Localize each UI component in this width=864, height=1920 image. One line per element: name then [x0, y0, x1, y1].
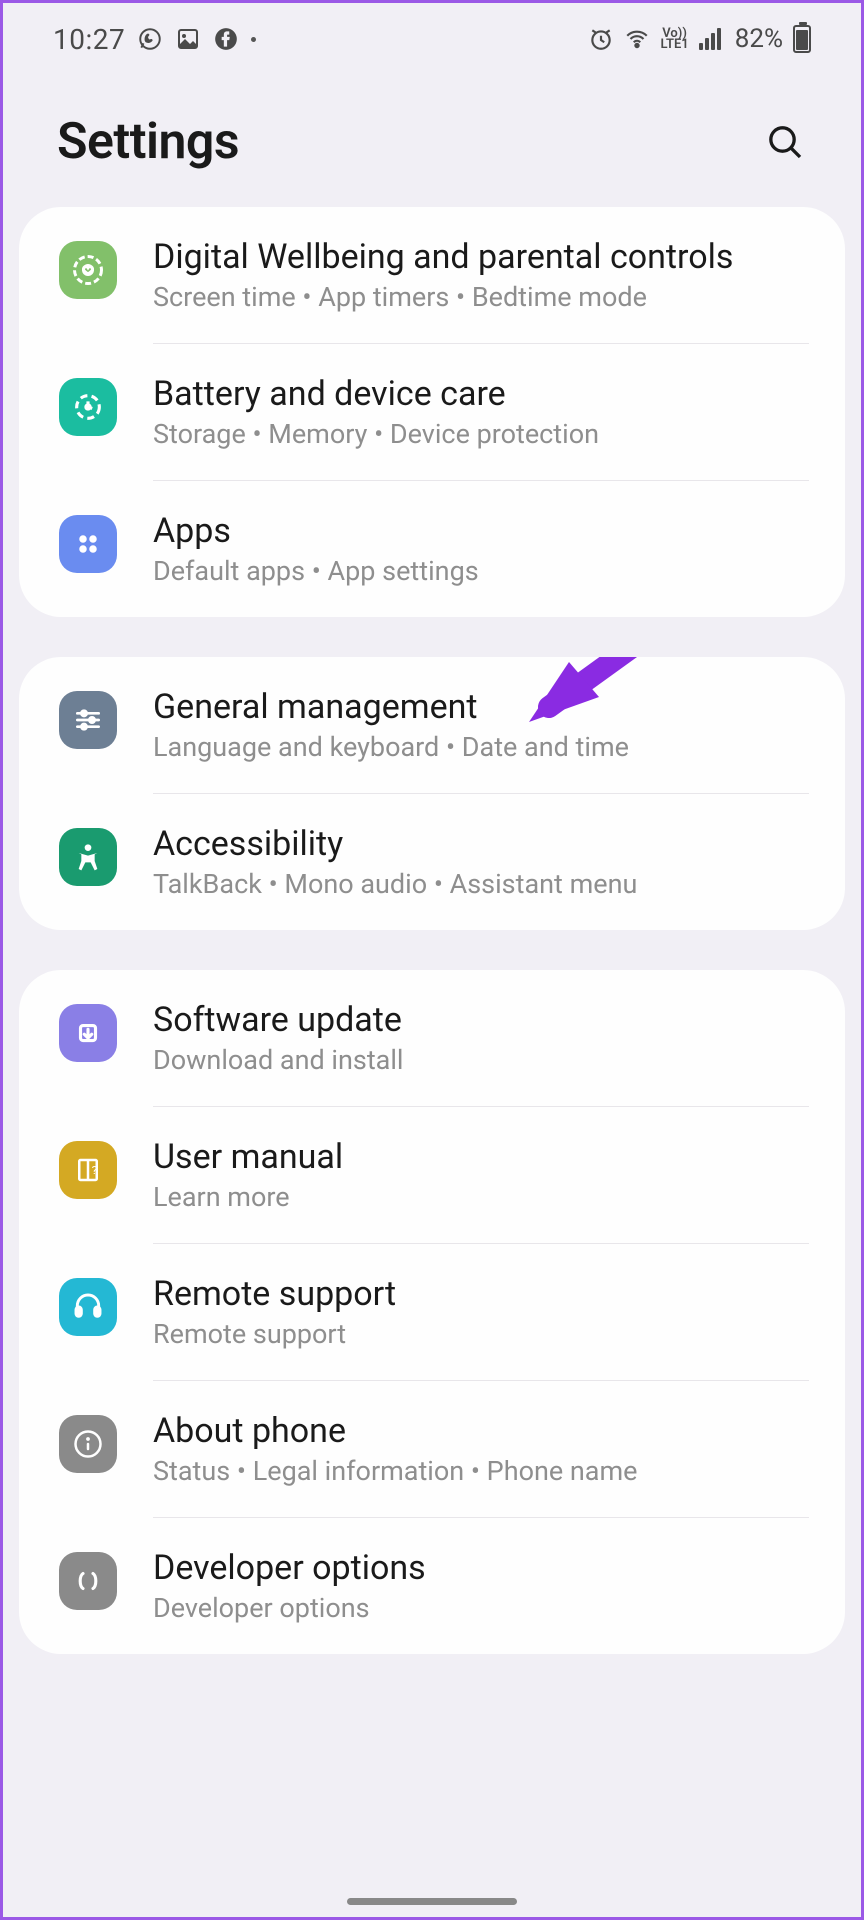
row-subtitle: Learn more	[153, 1181, 809, 1213]
navigation-handle[interactable]	[347, 1898, 517, 1905]
row-subtitle: Remote support	[153, 1318, 809, 1350]
search-icon	[765, 122, 805, 162]
row-subtitle: Language and keyboard • Date and time	[153, 731, 809, 763]
row-subtitle: Screen time • App timers • Bedtime mode	[153, 281, 809, 313]
status-time: 10:27	[53, 23, 125, 56]
wellbeing-icon	[59, 241, 117, 299]
row-title: Developer options	[153, 1548, 809, 1588]
page-header: Settings	[3, 75, 861, 207]
settings-row-update[interactable]: Software update Download and install	[19, 970, 845, 1106]
settings-group-1: Digital Wellbeing and parental controls …	[19, 207, 845, 617]
volte-icon: Vo)) LTE1	[660, 28, 688, 50]
row-title: User manual	[153, 1137, 809, 1177]
image-icon	[175, 26, 201, 52]
row-subtitle: Default apps • App settings	[153, 555, 809, 587]
settings-group-2: General management Language and keyboard…	[19, 657, 845, 930]
alarm-icon	[588, 26, 614, 52]
battery-percentage: 82%	[735, 24, 783, 54]
settings-row-developer[interactable]: Developer options Developer options	[19, 1518, 845, 1654]
settings-row-wellbeing[interactable]: Digital Wellbeing and parental controls …	[19, 207, 845, 343]
row-title: Accessibility	[153, 824, 809, 864]
row-subtitle: Storage • Memory • Device protection	[153, 418, 809, 450]
battery-icon	[793, 25, 811, 53]
facebook-icon	[213, 26, 239, 52]
general-management-icon	[59, 691, 117, 749]
battery-care-icon	[59, 378, 117, 436]
settings-row-general[interactable]: General management Language and keyboard…	[19, 657, 845, 793]
status-bar: 10:27 Vo)) LTE1 82%	[3, 3, 861, 75]
settings-group-3: Software update Download and install ? U…	[19, 970, 845, 1654]
settings-row-apps[interactable]: Apps Default apps • App settings	[19, 481, 845, 617]
row-subtitle: TalkBack • Mono audio • Assistant menu	[153, 868, 809, 900]
user-manual-icon: ?	[59, 1141, 117, 1199]
row-title: Remote support	[153, 1274, 809, 1314]
row-title: Battery and device care	[153, 374, 809, 414]
row-title: General management	[153, 687, 809, 727]
row-subtitle: Status • Legal information • Phone name	[153, 1455, 809, 1487]
settings-row-battery[interactable]: Battery and device care Storage • Memory…	[19, 344, 845, 480]
svg-text:?: ?	[92, 1164, 97, 1177]
settings-row-accessibility[interactable]: Accessibility TalkBack • Mono audio • As…	[19, 794, 845, 930]
whatsapp-icon	[137, 26, 163, 52]
signal-icon	[699, 28, 721, 50]
remote-support-icon	[59, 1278, 117, 1336]
row-title: About phone	[153, 1411, 809, 1451]
page-title: Settings	[57, 113, 239, 171]
apps-icon	[59, 515, 117, 573]
settings-row-about[interactable]: About phone Status • Legal information •…	[19, 1381, 845, 1517]
about-phone-icon	[59, 1415, 117, 1473]
settings-row-remote[interactable]: Remote support Remote support	[19, 1244, 845, 1380]
developer-options-icon	[59, 1552, 117, 1610]
settings-row-manual[interactable]: ? User manual Learn more	[19, 1107, 845, 1243]
row-title: Digital Wellbeing and parental controls	[153, 237, 809, 277]
row-subtitle: Download and install	[153, 1044, 809, 1076]
row-title: Software update	[153, 1000, 809, 1040]
software-update-icon	[59, 1004, 117, 1062]
row-title: Apps	[153, 511, 809, 551]
search-button[interactable]	[763, 120, 807, 164]
accessibility-icon	[59, 828, 117, 886]
row-subtitle: Developer options	[153, 1592, 809, 1624]
wifi-icon	[624, 26, 650, 52]
more-notifications-dot-icon	[251, 37, 256, 42]
